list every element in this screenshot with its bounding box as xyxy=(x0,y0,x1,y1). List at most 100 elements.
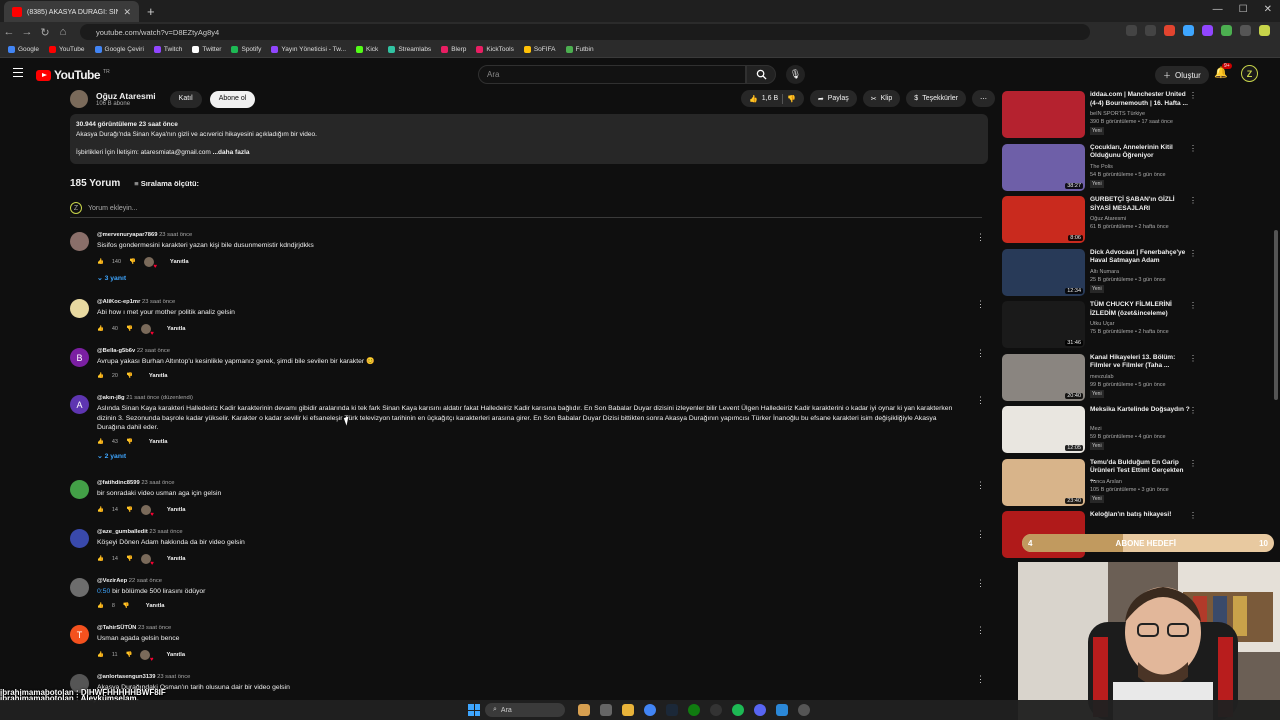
reply-button[interactable]: Yanıtla xyxy=(170,259,189,265)
video-menu-icon[interactable]: ⋮ xyxy=(1189,144,1197,153)
comment-avatar[interactable]: B xyxy=(70,348,89,367)
comment-avatar[interactable]: A xyxy=(70,395,89,414)
reply-button[interactable]: Yanıtla xyxy=(149,439,168,445)
bookmark-item[interactable]: Blerp xyxy=(441,46,466,53)
bookmark-item[interactable]: Twitch xyxy=(153,46,182,53)
extension-icon[interactable] xyxy=(1164,25,1175,36)
create-button[interactable]: ＋ Oluştur xyxy=(1155,66,1209,84)
thumbs-up-icon[interactable]: 👍 xyxy=(97,507,104,513)
extension-icon[interactable] xyxy=(1240,25,1251,36)
browser-tab[interactable]: (8385) AKASYA DURAĞI: SİNAN ✕ xyxy=(4,1,139,23)
comment-author[interactable]: @akın-j8g xyxy=(97,395,125,401)
xbox-icon[interactable] xyxy=(688,704,700,716)
reply-button[interactable]: Yanıtla xyxy=(167,556,186,562)
like-button[interactable]: 👍 1,6 B 👎 xyxy=(741,90,804,107)
comment-menu-icon[interactable]: ⋮ xyxy=(976,480,985,491)
search-button[interactable] xyxy=(746,65,776,84)
comment-timestamp-link[interactable]: 0:50 xyxy=(97,588,110,595)
close-window-icon[interactable]: ✕ xyxy=(1264,4,1272,15)
spotify-icon[interactable] xyxy=(732,704,744,716)
discord-icon[interactable] xyxy=(754,704,766,716)
bookmark-item[interactable]: Twitter xyxy=(192,46,221,53)
url-field[interactable]: youtube.com/watch?v=D8EZtyAg8y4 xyxy=(80,24,1090,40)
video-menu-icon[interactable]: ⋮ xyxy=(1189,511,1197,520)
video-thumbnail[interactable]: 12:05 xyxy=(1002,406,1085,453)
steam-icon[interactable] xyxy=(666,704,678,716)
obs-icon[interactable] xyxy=(710,704,722,716)
forward-icon[interactable]: → xyxy=(18,26,36,38)
thumbs-up-icon[interactable]: 👍 xyxy=(97,439,104,445)
search-input[interactable]: Ara xyxy=(478,65,746,84)
bookmark-item[interactable]: Google Çeviri xyxy=(94,46,144,53)
video-title[interactable]: Keloğlan'ın batış hikayesi! xyxy=(1090,511,1190,520)
channel-name[interactable]: Oğuz Ataresmi xyxy=(96,91,156,101)
bookmark-item[interactable]: Streamlabs xyxy=(388,46,431,53)
thumbs-down-icon[interactable]: 👎 xyxy=(126,556,133,562)
join-button[interactable]: Katıl xyxy=(169,90,202,108)
comment-menu-icon[interactable]: ⋮ xyxy=(976,674,985,685)
comment-author[interactable]: @TahirSÜTÜN xyxy=(97,625,136,631)
recommended-video[interactable]: 23:40 Temu'da Bulduğum En Garip Ürünleri … xyxy=(1002,458,1197,507)
video-title[interactable]: Meksika Kartelinde Doğsaydın ? xyxy=(1090,406,1190,415)
recommended-video[interactable]: 38:27 Çocukları, Annelerinin Kitil Olduğu… xyxy=(1002,143,1197,192)
extension-icon[interactable] xyxy=(1126,25,1137,36)
bookmark-item[interactable]: Google xyxy=(8,46,39,53)
maximize-icon[interactable]: ☐ xyxy=(1239,4,1248,15)
comment-author[interactable]: @mervenuryapar7869 xyxy=(97,232,157,238)
comment-avatar[interactable] xyxy=(70,578,89,597)
reload-icon[interactable]: ↻ xyxy=(36,26,54,39)
video-menu-icon[interactable]: ⋮ xyxy=(1189,459,1197,468)
more-actions-button[interactable]: ⋯ xyxy=(972,90,995,107)
video-title[interactable]: Dick Advocaat | Fenerbahçe'ye Haval Satm… xyxy=(1090,249,1190,266)
view-replies-button[interactable]: ⌄ 3 yanıt xyxy=(97,274,957,282)
recommended-video[interactable]: iddaa.com | Manchester United (4-4) Bour… xyxy=(1002,91,1197,139)
home-icon[interactable]: ⌂ xyxy=(54,26,72,38)
show-more-link[interactable]: ...daha fazla xyxy=(213,149,250,156)
extension-icon[interactable] xyxy=(1221,25,1232,36)
thumbs-up-icon[interactable]: 👍 xyxy=(97,603,104,609)
comment-author[interactable]: @aze_gumballedit xyxy=(97,529,148,535)
comment-menu-icon[interactable]: ⋮ xyxy=(976,578,985,589)
bookmark-item[interactable]: Yayın Yöneticisi - Tw... xyxy=(271,46,346,53)
comment-menu-icon[interactable]: ⋮ xyxy=(976,348,985,359)
profile-icon[interactable] xyxy=(1259,25,1270,36)
thumbs-down-icon[interactable]: 👎 xyxy=(129,259,136,265)
video-thumbnail[interactable]: 20:40 xyxy=(1002,353,1085,401)
add-comment-field[interactable]: Z Yorum ekleyin... xyxy=(70,202,982,218)
share-button[interactable]: ➦ Paylaş xyxy=(809,90,857,107)
video-thumbnail[interactable]: 31:46 xyxy=(1002,301,1085,348)
thumbs-down-icon[interactable]: 👎 xyxy=(126,373,133,379)
video-thumbnail[interactable]: 12:34 xyxy=(1002,248,1085,296)
video-thumbnail[interactable]: 23:40 xyxy=(1002,458,1085,506)
comment-avatar[interactable] xyxy=(70,480,89,499)
thumbs-up-icon[interactable]: 👍 xyxy=(97,326,104,332)
minimize-icon[interactable]: — xyxy=(1213,4,1223,15)
youtube-logo[interactable]: YouTube TR xyxy=(36,68,110,82)
video-menu-icon[interactable]: ⋮ xyxy=(1189,249,1197,258)
video-thumbnail[interactable]: 38:27 xyxy=(1002,143,1085,191)
thumbs-up-icon[interactable]: 👍 xyxy=(97,373,104,379)
back-icon[interactable]: ← xyxy=(0,26,18,38)
recommended-video[interactable]: 12:34 Dick Advocaat | Fenerbahçe'ye Haval… xyxy=(1002,248,1197,297)
comment-menu-icon[interactable]: ⋮ xyxy=(976,529,985,540)
video-menu-icon[interactable]: ⋮ xyxy=(1189,91,1197,100)
menu-icon[interactable] xyxy=(13,68,23,77)
thumbs-down-icon[interactable]: 👎 xyxy=(126,439,133,445)
channel-avatar[interactable] xyxy=(70,90,88,108)
video-title[interactable]: GURBETÇİ ŞABAN'ın GİZLİ SİYASİ MESAJLARI xyxy=(1090,196,1190,213)
recommended-video[interactable]: 31:46 TÜM CHUCKY FİLMLERİNİ İZLEDİM (özet… xyxy=(1002,301,1197,349)
comment-avatar[interactable] xyxy=(70,529,89,548)
reply-button[interactable]: Yanıtla xyxy=(167,326,186,332)
bookmark-item[interactable]: KickTools xyxy=(476,46,514,53)
reply-button[interactable]: Yanıtla xyxy=(149,373,168,379)
bookmark-item[interactable]: Kick xyxy=(356,46,378,53)
comment-avatar[interactable]: T xyxy=(70,625,89,644)
task-view-icon[interactable] xyxy=(600,704,612,716)
video-thumbnail[interactable] xyxy=(1002,91,1085,138)
comment-author[interactable]: @Bella-g5b6v xyxy=(97,348,135,354)
thumbs-down-icon[interactable]: 👎 xyxy=(123,603,130,609)
thumbs-down-icon[interactable]: 👎 xyxy=(787,95,796,103)
sort-button[interactable]: ≡ Sıralama ölçütü: xyxy=(134,179,199,188)
recommended-video[interactable]: 12:05 Meksika Kartelinde Doğsaydın ? Mezi 5… xyxy=(1002,406,1197,454)
mic-icon[interactable]: 🎙 xyxy=(786,65,805,84)
